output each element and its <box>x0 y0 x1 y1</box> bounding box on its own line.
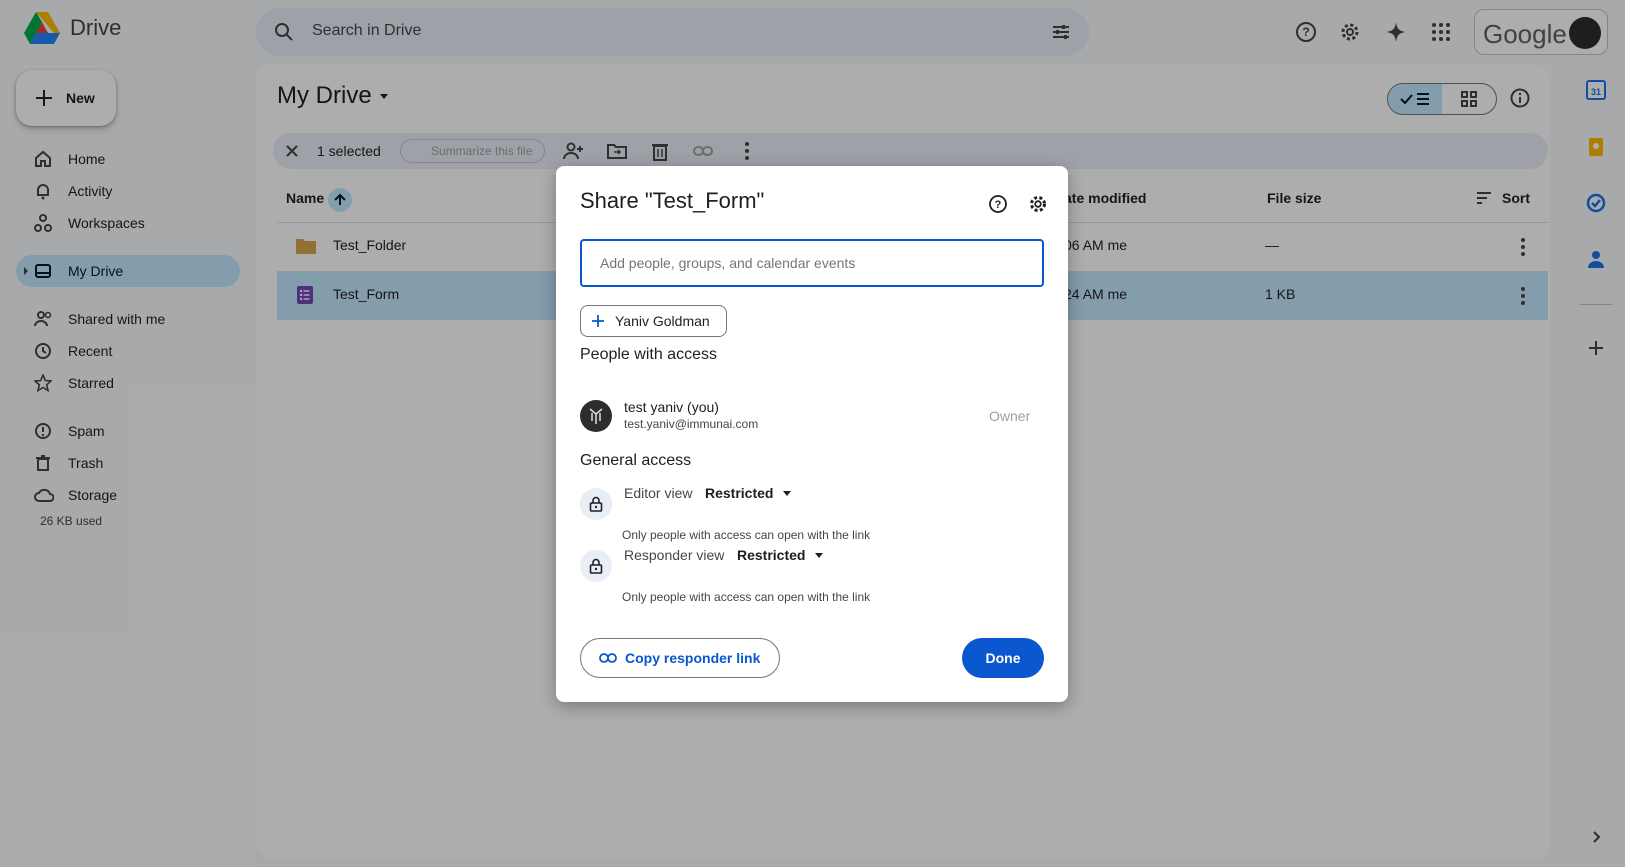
editor-access-description: Only people with access can open with th… <box>622 528 871 542</box>
link-icon <box>599 653 617 663</box>
chip-label: Yaniv Goldman <box>615 313 710 329</box>
responder-lock-badge <box>580 550 612 582</box>
responder-view-label: Responder view <box>624 547 725 563</box>
dropdown-arrow-icon <box>783 490 792 496</box>
dropdown-arrow-icon <box>815 552 824 558</box>
responder-access-dropdown[interactable]: Restricted <box>737 547 824 563</box>
suggested-person-chip[interactable]: Yaniv Goldman <box>580 305 727 337</box>
person-role: Owner <box>989 408 1031 424</box>
editor-access-value: Restricted <box>705 485 774 501</box>
people-with-access-heading: People with access <box>580 346 717 363</box>
avatar-logo-icon <box>589 408 603 424</box>
lock-icon <box>589 496 603 512</box>
editor-view-label: Editor view <box>624 485 693 501</box>
editor-access-dropdown[interactable]: Restricted <box>705 485 792 501</box>
responder-access-value: Restricted <box>737 547 806 563</box>
plus-icon <box>592 315 604 327</box>
editor-lock-badge <box>580 488 612 520</box>
person-name: test yaniv (you) <box>624 399 719 415</box>
person-avatar <box>580 400 612 432</box>
copy-link-label: Copy responder link <box>625 650 761 666</box>
responder-access-description: Only people with access can open with th… <box>622 590 871 604</box>
lock-icon <box>589 558 603 574</box>
person-email: test.yaniv@immunai.com <box>624 417 759 431</box>
settings-gear-icon[interactable] <box>1028 194 1048 214</box>
share-dialog: Share "Test_Form" ? Yaniv Goldman People… <box>556 166 1068 702</box>
dialog-title: Share "Test_Form" <box>580 188 765 213</box>
copy-responder-link-button[interactable]: Copy responder link <box>580 638 780 678</box>
svg-text:?: ? <box>995 199 1002 211</box>
done-button[interactable]: Done <box>962 638 1044 678</box>
add-people-input[interactable] <box>580 239 1044 287</box>
help-icon[interactable]: ? <box>988 194 1008 214</box>
general-access-heading: General access <box>580 452 692 469</box>
